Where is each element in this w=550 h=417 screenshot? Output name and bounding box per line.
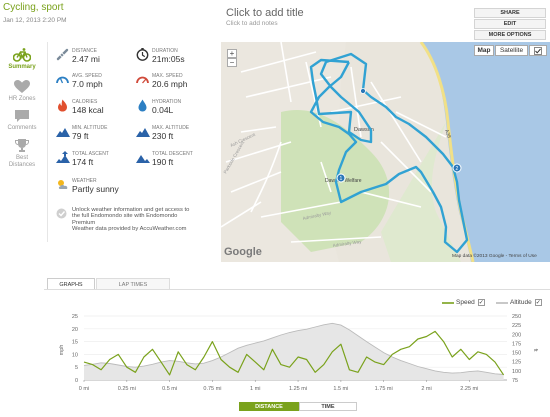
premium-badge-icon bbox=[56, 208, 67, 219]
min-altitude-icon bbox=[56, 128, 70, 137]
partly-sunny-icon bbox=[58, 180, 68, 189]
workout-title: Cycling, sport bbox=[3, 2, 64, 13]
more-options-button[interactable]: MORE OPTIONS bbox=[474, 30, 546, 40]
stat-total-ascent: TOTAL ASCENT 174 ft bbox=[56, 150, 136, 170]
map-type-dropdown[interactable] bbox=[529, 45, 547, 56]
route-start-marker-label: 1 bbox=[340, 176, 343, 182]
stat-total-descent-value: 190 ft bbox=[152, 157, 174, 167]
stat-avg-speed: AVG. SPEED 7.0 mph bbox=[56, 72, 136, 92]
stat-avg-speed-value: 7.0 mph bbox=[72, 79, 103, 89]
add-title-link[interactable]: Click to add title bbox=[226, 7, 304, 19]
workout-date: Jan 12, 2013 2:20 PM bbox=[3, 17, 67, 24]
max-speed-icon bbox=[136, 76, 149, 84]
legend-altitude[interactable]: Altitude ✓ bbox=[496, 299, 542, 306]
side-nav-comments-label: Comments bbox=[7, 125, 37, 131]
stat-distance-value: 2.47 mi bbox=[72, 54, 100, 64]
bike-icon bbox=[13, 48, 31, 62]
legend-altitude-label: Altitude bbox=[510, 299, 532, 306]
heart-icon bbox=[14, 80, 30, 93]
zoom-out-button[interactable]: − bbox=[227, 58, 237, 67]
stat-distance: DISTANCE 2.47 mi bbox=[56, 47, 136, 67]
stat-duration: DURATION 21m:05s bbox=[136, 47, 216, 67]
side-nav-hr-zones-label: HR Zones bbox=[8, 96, 36, 102]
avg-speed-icon bbox=[56, 76, 69, 84]
map-attribution[interactable]: Map data ©2013 Google - Terms of Use bbox=[452, 254, 537, 259]
speed-legend-swatch bbox=[442, 301, 454, 304]
max-altitude-icon bbox=[136, 128, 150, 137]
stat-max-altitude: MAX. ALTITUDE 230 ft bbox=[136, 124, 216, 144]
stat-duration-value: 21m:05s bbox=[152, 54, 185, 64]
satellite-view-button[interactable]: Satellite bbox=[495, 45, 528, 56]
graph-panel bbox=[44, 289, 550, 417]
checkbox-icon bbox=[534, 46, 542, 55]
route-map[interactable]: Parkside Crescent Ash Crescent Admiralty… bbox=[221, 42, 550, 262]
map-view-button[interactable]: Map bbox=[474, 45, 494, 56]
side-nav-divider bbox=[47, 42, 48, 242]
upsell-line-4: Weather data provided by AccuWeather.com bbox=[72, 226, 187, 233]
share-button[interactable]: SHARE bbox=[474, 8, 546, 18]
side-nav-best-distances[interactable]: Best Distances bbox=[0, 139, 44, 169]
add-notes-link[interactable]: Click to add notes bbox=[226, 20, 278, 27]
stat-weather: WEATHER Partly sunny bbox=[56, 177, 136, 197]
side-nav-hr-zones[interactable]: HR Zones bbox=[0, 80, 44, 102]
side-nav-summary-label: Summary bbox=[8, 64, 36, 70]
stat-max-altitude-value: 230 ft bbox=[152, 131, 174, 141]
stat-hydration: HYDRATION 0.04L bbox=[136, 98, 216, 118]
descent-icon bbox=[136, 155, 150, 163]
stat-max-speed: MAX. SPEED 20.6 mph bbox=[136, 72, 216, 92]
stat-total-descent: TOTAL DESCENT 190 ft bbox=[136, 150, 216, 170]
stat-calories-value: 148 kcal bbox=[72, 105, 104, 115]
side-nav-summary[interactable]: Summary bbox=[0, 48, 44, 70]
stat-min-altitude: MIN. ALTITUDE 79 ft bbox=[56, 124, 136, 144]
zoom-in-button[interactable]: + bbox=[227, 49, 237, 58]
weather-value: Partly sunny bbox=[72, 184, 119, 194]
trophy-icon bbox=[15, 139, 29, 152]
hydration-icon bbox=[138, 99, 147, 112]
side-nav-comments[interactable]: Comments bbox=[0, 109, 44, 131]
stat-hydration-value: 0.04L bbox=[152, 105, 174, 115]
altitude-legend-swatch bbox=[496, 301, 508, 304]
route-end-marker bbox=[360, 88, 366, 94]
stat-total-ascent-value: 174 ft bbox=[72, 157, 94, 167]
google-logo: Google bbox=[224, 246, 262, 258]
route-waypoint-marker-label: 2 bbox=[456, 166, 459, 172]
stat-min-altitude-value: 79 ft bbox=[72, 131, 89, 141]
stat-max-speed-value: 20.6 mph bbox=[152, 79, 188, 89]
time-toggle[interactable]: TIME bbox=[299, 402, 357, 411]
altitude-checkbox[interactable]: ✓ bbox=[534, 299, 542, 306]
distance-icon bbox=[56, 48, 69, 61]
calories-icon bbox=[58, 99, 67, 112]
legend-speed-label: Speed bbox=[456, 299, 475, 306]
legend-speed[interactable]: Speed ✓ bbox=[442, 299, 485, 306]
ascent-icon bbox=[56, 151, 70, 163]
distance-toggle[interactable]: DISTANCE bbox=[239, 402, 299, 411]
duration-icon bbox=[136, 48, 149, 61]
edit-button[interactable]: EDIT bbox=[474, 19, 546, 29]
map-canvas[interactable]: Parkside Crescent Ash Crescent Admiralty… bbox=[221, 42, 550, 262]
side-nav-best-distances-label: Best Distances bbox=[8, 155, 36, 168]
stat-calories: CALORIES 148 kcal bbox=[56, 98, 136, 118]
speed-checkbox[interactable]: ✓ bbox=[477, 299, 485, 306]
comment-icon bbox=[15, 110, 29, 122]
